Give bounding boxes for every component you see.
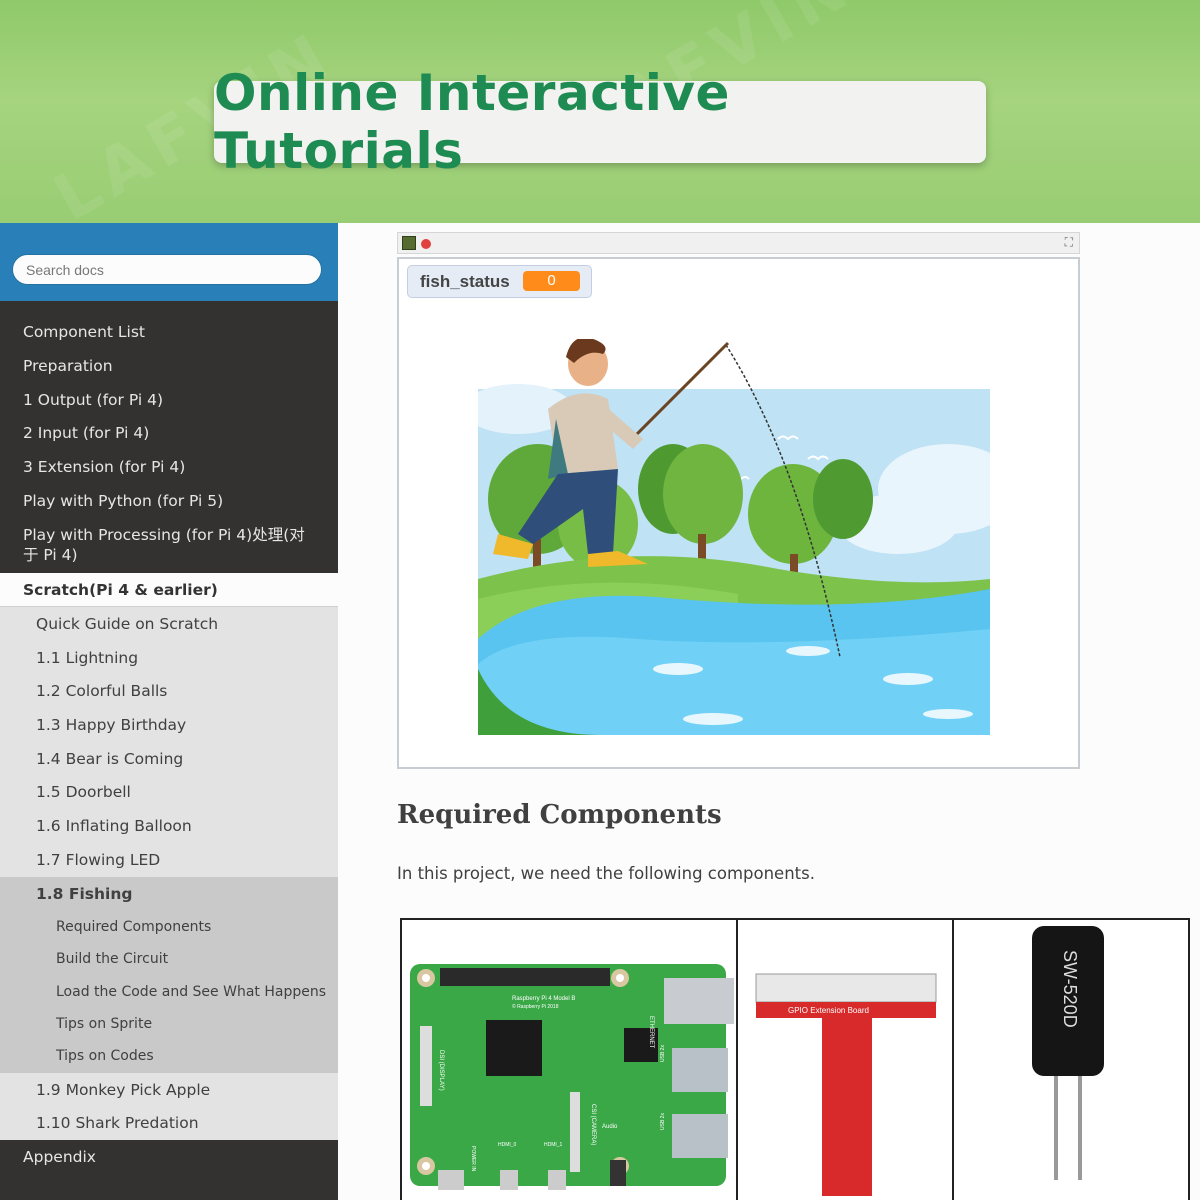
nav-item-output[interactable]: 1 Output (for Pi 4) [0, 390, 338, 410]
nav-active-section [0, 877, 338, 1073]
nav-item-input[interactable]: 2 Input (for Pi 4) [0, 423, 338, 443]
pi-hdmi1-port [548, 1170, 566, 1190]
variable-name: fish_status [420, 272, 510, 291]
gpio-board-stem [822, 1018, 872, 1196]
pi-label: HDMI_1 [544, 1142, 563, 1148]
table-cell-raspberry-pi: Raspberry Pi 4 Model B © Raspberry Pi 20… [402, 920, 738, 1200]
fishing-scene-illustration [478, 339, 990, 735]
pi-label: USB 2x [660, 1045, 666, 1062]
pi-mount-hole [422, 1162, 430, 1170]
raspberry-pi-image: Raspberry Pi 4 Model B © Raspberry Pi 20… [410, 964, 734, 1190]
nav-toc-item[interactable]: Tips on Sprite [0, 1015, 338, 1033]
tilt-sensor-image: SW-520D [1032, 926, 1104, 1180]
components-table: Raspberry Pi 4 Model B © Raspberry Pi 20… [400, 918, 1190, 1200]
green-flag-icon[interactable] [402, 236, 416, 250]
nav-sub-item[interactable]: 1.9 Monkey Pick Apple [0, 1080, 338, 1100]
nav-sub-item-fishing-current[interactable]: 1.8 Fishing [0, 884, 338, 904]
banner: LAFVIN LAFVIN Online Interactive Tutoria… [0, 0, 1200, 223]
scratch-stage[interactable]: fish_status 0 [397, 257, 1080, 769]
nav-sub-item[interactable]: 1.4 Bear is Coming [0, 749, 338, 769]
pi-label: USB 2x [660, 1113, 666, 1130]
nav-sub-item[interactable]: 1.7 Flowing LED [0, 850, 338, 870]
nav-item-preparation[interactable]: Preparation [0, 356, 338, 376]
banner-title: Online Interactive Tutorials [214, 64, 730, 180]
gpio-label: GPIO Extension Board [788, 1006, 869, 1015]
pi-mount-hole [616, 974, 624, 982]
nav-sub-item[interactable]: Quick Guide on Scratch [0, 614, 338, 634]
table-cell-gpio-board: GPIO Extension Board [738, 920, 954, 1200]
wave [786, 646, 830, 656]
variable-monitor: fish_status 0 [407, 265, 592, 298]
stop-icon[interactable] [421, 239, 431, 249]
pi-power-port [438, 1170, 464, 1190]
pi-usb2-port [672, 1114, 728, 1158]
gpio-extension-board-image: GPIO Extension Board [755, 973, 937, 1196]
pi-label: DSI (DISPLAY) [438, 1050, 444, 1091]
nav-item-python[interactable]: Play with Python (for Pi 5) [0, 491, 338, 511]
pi-dsi-connector [420, 1026, 432, 1106]
nav-item-scratch-current[interactable]: Scratch(Pi 4 & earlier) [0, 573, 338, 607]
pi-ethernet-port [664, 978, 734, 1024]
pi-label: HDMI_0 [498, 1142, 517, 1148]
pi-gpio-header [440, 968, 610, 986]
nav-toc-item[interactable]: Load the Code and See What Happens [0, 983, 338, 1001]
pi-hdmi0-port [500, 1170, 518, 1190]
nav-sub-item[interactable]: 1.5 Doorbell [0, 782, 338, 802]
search-area [0, 223, 338, 301]
gpio-ribbon-connector [755, 973, 937, 1003]
pi-label: Raspberry Pi 4 Model B [512, 996, 575, 1002]
wave [653, 663, 703, 675]
nav-sub-item[interactable]: 1.3 Happy Birthday [0, 715, 338, 735]
pi-usb3-port [672, 1048, 728, 1092]
nav-toc-item[interactable]: Required Components [0, 918, 338, 936]
nav-toc-item[interactable]: Tips on Codes [0, 1047, 338, 1065]
pi-label: CSI (CAMERA) [590, 1104, 596, 1145]
nav-toc-item[interactable]: Build the Circuit [0, 950, 338, 968]
pi-label: ETHERNET [648, 1016, 654, 1049]
nav-sub-item[interactable]: 1.6 Inflating Balloon [0, 816, 338, 836]
nav-item-extension[interactable]: 3 Extension (for Pi 4) [0, 457, 338, 477]
pi-soc-chip [486, 1020, 542, 1076]
pi-label: POWER IN [470, 1146, 476, 1172]
nav-sub-item[interactable]: 1.2 Colorful Balls [0, 681, 338, 701]
pi-label: Audio [602, 1124, 618, 1130]
wave [923, 709, 973, 719]
banner-title-box: Online Interactive Tutorials [214, 64, 986, 180]
wave [883, 673, 933, 685]
tree [813, 459, 873, 539]
nav-item-component-list[interactable]: Component List [0, 322, 338, 342]
tree [663, 444, 743, 544]
nav-sub-item[interactable]: 1.10 Shark Predation [0, 1113, 338, 1133]
sensor-label: SW-520D [1060, 950, 1080, 1028]
pi-label: © Raspberry Pi 2018 [512, 1003, 559, 1010]
variable-value: 0 [523, 271, 580, 291]
pi-mount-hole [422, 974, 430, 982]
section-heading: Required Components [397, 800, 722, 830]
stage-toolbar: ⛶ [397, 232, 1080, 254]
wave [683, 713, 743, 725]
nav-item-appendix[interactable]: Appendix [0, 1147, 338, 1167]
pi-csi-connector [570, 1092, 580, 1172]
nav-sub-item[interactable]: 1.1 Lightning [0, 648, 338, 668]
table-cell-tilt-sensor: SW-520D [954, 920, 1190, 1200]
search-input[interactable] [12, 254, 322, 285]
pi-audio-port [610, 1160, 626, 1186]
section-paragraph: In this project, we need the following c… [397, 864, 815, 883]
fullscreen-icon[interactable]: ⛶ [1065, 235, 1073, 250]
nav-item-processing[interactable]: Play with Processing (for Pi 4)处理(对于 Pi … [0, 525, 320, 565]
